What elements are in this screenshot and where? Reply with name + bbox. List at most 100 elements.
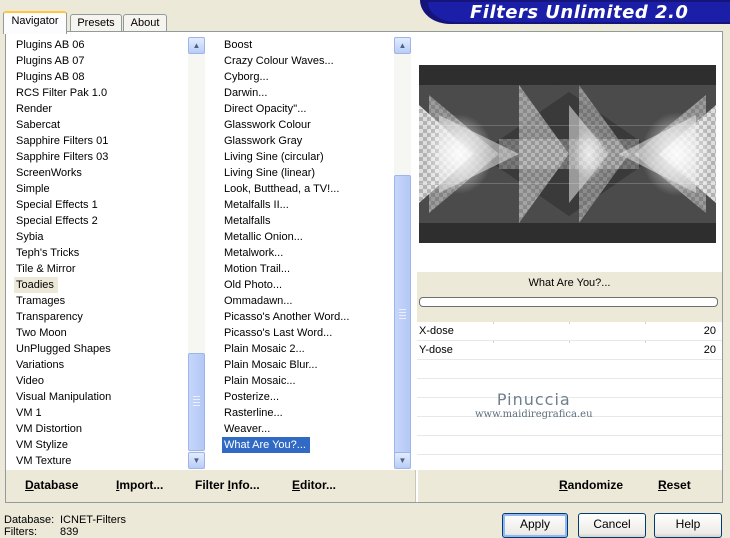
- filter-item[interactable]: Look, Butthead, a TV!...: [222, 181, 396, 197]
- tab-presets[interactable]: Presets: [70, 14, 122, 32]
- filter-item[interactable]: Ommadawn...: [222, 293, 396, 309]
- category-item[interactable]: Visual Manipulation: [14, 389, 192, 405]
- category-item[interactable]: Sybia: [14, 229, 192, 245]
- filter-info-link[interactable]: Filter Info...: [195, 478, 260, 492]
- category-scrollbar[interactable]: ▲ ▼: [188, 37, 205, 469]
- cancel-button[interactable]: Cancel: [578, 513, 646, 538]
- filter-item[interactable]: Glasswork Gray: [222, 133, 396, 149]
- import-link[interactable]: Import...: [116, 478, 163, 492]
- param-row-x-dose[interactable]: X-dose 20: [417, 322, 722, 341]
- category-scroll-thumb[interactable]: [188, 353, 205, 451]
- slider-ticks: [417, 341, 722, 343]
- scroll-up-arrow-icon[interactable]: ▲: [394, 37, 411, 54]
- category-item[interactable]: Plugins AB 06: [14, 37, 192, 53]
- filter-item[interactable]: What Are You?...: [222, 437, 310, 453]
- filter-item[interactable]: Glasswork Colour: [222, 117, 396, 133]
- category-item[interactable]: VM Distortion: [14, 421, 192, 437]
- filter-scrollbar[interactable]: ▲ ▼: [394, 37, 411, 469]
- selected-filter-name: What Are You?...: [417, 272, 722, 294]
- category-item[interactable]: RCS Filter Pak 1.0: [14, 85, 192, 101]
- category-item[interactable]: Tile & Mirror: [14, 261, 192, 277]
- navigator-panel: Plugins AB 06 Plugins AB 07 Plugins AB 08 R…: [5, 31, 723, 503]
- watermark-name: Pinuccia: [496, 390, 571, 409]
- preview-graphic: [419, 65, 716, 243]
- parameter-list: X-dose 20 Y-dose 20 Pinuccia www.maidire…: [417, 322, 722, 474]
- filter-item[interactable]: Crazy Colour Waves...: [222, 53, 396, 69]
- filter-item[interactable]: Metalfalls: [222, 213, 396, 229]
- param-row-empty: [417, 360, 722, 379]
- watermark-url: www.maidiregrafica.eu: [475, 409, 593, 420]
- category-item[interactable]: Teph's Tricks: [14, 245, 192, 261]
- preview-panel: What Are You?... X-dose 20 Y-dose 20 Pin…: [417, 32, 722, 502]
- filter-item[interactable]: Direct Opacity''...: [222, 101, 396, 117]
- category-item[interactable]: Transparency: [14, 309, 192, 325]
- category-list[interactable]: Plugins AB 06 Plugins AB 07 Plugins AB 08 R…: [14, 37, 192, 469]
- filter-item[interactable]: Posterize...: [222, 389, 396, 405]
- filter-item[interactable]: Plain Mosaic Blur...: [222, 357, 396, 373]
- scroll-up-arrow-icon[interactable]: ▲: [188, 37, 205, 54]
- database-label: Database:: [4, 514, 55, 526]
- filter-item[interactable]: Metallic Onion...: [222, 229, 396, 245]
- category-item[interactable]: VM 1: [14, 405, 192, 421]
- filter-item[interactable]: Rasterline...: [222, 405, 396, 421]
- category-item[interactable]: VM Stylize: [14, 437, 192, 453]
- filter-item[interactable]: Picasso's Another Word...: [222, 309, 396, 325]
- category-item[interactable]: Toadies: [14, 277, 58, 293]
- filter-item[interactable]: Boost: [222, 37, 396, 53]
- filter-item[interactable]: Weaver...: [222, 421, 396, 437]
- category-item[interactable]: Plugins AB 08: [14, 69, 192, 85]
- progress-bar: [419, 297, 718, 307]
- category-item[interactable]: Sapphire Filters 03: [14, 149, 192, 165]
- filter-item[interactable]: Picasso's Last Word...: [222, 325, 396, 341]
- param-row-empty: [417, 436, 722, 455]
- param-value: 20: [703, 344, 716, 356]
- category-item[interactable]: Special Effects 2: [14, 213, 192, 229]
- banner-title: Filters Unlimited 2.0: [470, 2, 689, 23]
- filter-item[interactable]: Motion Trail...: [222, 261, 396, 277]
- category-item[interactable]: Simple: [14, 181, 192, 197]
- filter-item[interactable]: Metalfalls II...: [222, 197, 396, 213]
- editor-link[interactable]: Editor...: [292, 478, 336, 492]
- category-item[interactable]: Video: [14, 373, 192, 389]
- category-item[interactable]: VM Texture: [14, 453, 192, 469]
- randomize-link[interactable]: Randomize: [559, 478, 623, 492]
- help-button[interactable]: Help: [654, 513, 722, 538]
- tab-about[interactable]: About: [123, 14, 167, 32]
- filters-count-label: Filters:: [4, 526, 37, 538]
- divider: [415, 470, 418, 502]
- category-item[interactable]: ScreenWorks: [14, 165, 192, 181]
- category-item[interactable]: Variations: [14, 357, 192, 373]
- category-item[interactable]: Sabercat: [14, 117, 192, 133]
- filter-item[interactable]: Plain Mosaic...: [222, 373, 396, 389]
- filter-item[interactable]: Darwin...: [222, 85, 396, 101]
- tab-navigator[interactable]: Navigator: [3, 11, 67, 34]
- scroll-down-arrow-icon[interactable]: ▼: [188, 452, 205, 469]
- category-item[interactable]: Special Effects 1: [14, 197, 192, 213]
- preview-frame: [417, 32, 722, 272]
- database-link[interactable]: Database: [25, 478, 78, 492]
- filter-preview-image[interactable]: [419, 65, 716, 243]
- apply-button[interactable]: Apply: [502, 513, 568, 538]
- title-banner: Filters Unlimited 2.0: [420, 0, 730, 24]
- filter-item[interactable]: Plain Mosaic 2...: [222, 341, 396, 357]
- filter-item[interactable]: Living Sine (linear): [222, 165, 396, 181]
- category-item[interactable]: Sapphire Filters 01: [14, 133, 192, 149]
- filter-item[interactable]: Living Sine (circular): [222, 149, 396, 165]
- filter-scroll-thumb[interactable]: [394, 175, 411, 455]
- category-item[interactable]: Two Moon: [14, 325, 192, 341]
- scroll-down-arrow-icon[interactable]: ▼: [394, 452, 411, 469]
- watermark: Pinuccia www.maidiregrafica.eu: [475, 390, 593, 420]
- param-value: 20: [703, 325, 716, 337]
- category-item[interactable]: Plugins AB 07: [14, 53, 192, 69]
- param-row-y-dose[interactable]: Y-dose 20: [417, 341, 722, 360]
- filter-item[interactable]: Metalwork...: [222, 245, 396, 261]
- category-item[interactable]: UnPlugged Shapes: [14, 341, 192, 357]
- category-item[interactable]: Render: [14, 101, 192, 117]
- param-label: X-dose: [419, 325, 454, 337]
- reset-link[interactable]: Reset: [658, 478, 691, 492]
- filter-item[interactable]: Cyborg...: [222, 69, 396, 85]
- filter-item[interactable]: Old Photo...: [222, 277, 396, 293]
- category-item[interactable]: Tramages: [14, 293, 192, 309]
- filter-list[interactable]: Boost Crazy Colour Waves... Cyborg... Darwi…: [222, 37, 396, 469]
- action-link-bar: Database Import... Filter Info... Editor…: [6, 470, 722, 502]
